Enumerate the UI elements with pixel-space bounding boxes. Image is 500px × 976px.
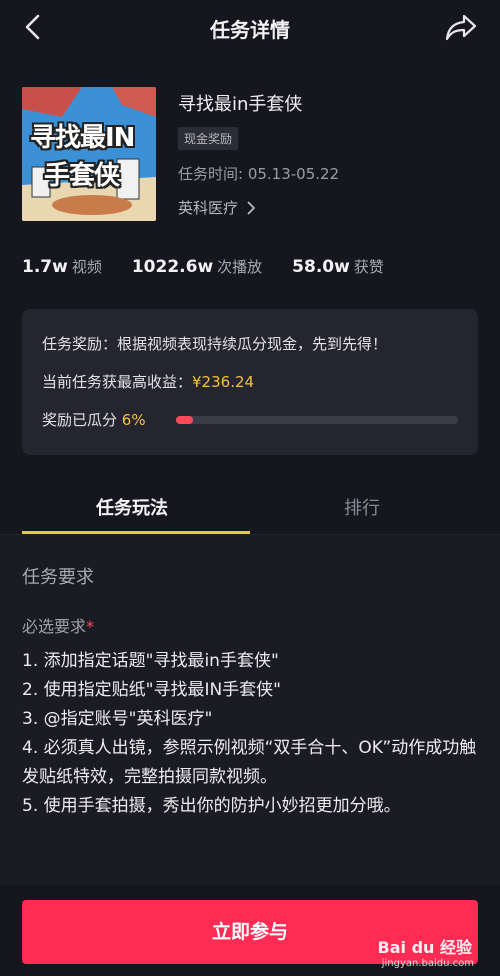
task-stats: 1.7w 视频 1022.6w 次播放 58.0w 获赞 <box>22 256 414 277</box>
page-title: 任务详情 <box>210 18 290 42</box>
sponsor-link[interactable]: 英科医疗 <box>178 197 256 218</box>
stat-likes: 58.0w 获赞 <box>292 256 384 277</box>
stat-label: 视频 <box>71 258 102 276</box>
cash-reward-badge: 现金奖励 <box>178 127 239 150</box>
list-item: 3. @指定账号"英科医疗" <box>22 709 213 729</box>
list-item: 2. 使用指定贴纸"寻找最IN手套侠" <box>22 680 281 700</box>
stat-label: 次播放 <box>217 258 263 276</box>
thumbnail-title-line2: 手套侠 <box>44 161 120 191</box>
max-income-value: ¥236.24 <box>192 373 255 391</box>
requirements-list: 1. 添加指定话题"寻找最in手套侠" 2. 使用指定贴纸"寻找最IN手套侠" … <box>22 647 478 821</box>
stat-videos: 1.7w 视频 <box>22 256 102 277</box>
stat-value: 58.0w <box>292 257 350 277</box>
stat-plays: 1022.6w 次播放 <box>132 256 262 277</box>
reward-split-label: 奖励已瓜分 <box>42 411 118 429</box>
tab-ranking[interactable]: 排行 <box>344 494 380 520</box>
watermark-url: jingyan.baidu.com <box>381 958 474 969</box>
stat-value: 1022.6w <box>131 257 214 277</box>
reward-split: 奖励已瓜分 6% <box>42 409 146 430</box>
thumbnail-title-line1: 寻找最IN <box>30 123 135 153</box>
reward-description: 任务奖励：根据视频表现持续瓜分现金，先到先得！ <box>42 335 388 353</box>
reward-split-percent: 6% <box>121 411 146 429</box>
max-income-label: 当前任务获最高收益： <box>42 373 193 391</box>
reward-progress-bar <box>176 416 458 424</box>
list-item: 5. 使用手套拍摄，秀出你的防护小妙招更加分哦。 <box>22 796 401 816</box>
top-bar: 任务详情 <box>0 0 500 56</box>
stat-label: 获赞 <box>353 258 384 276</box>
sponsor-name: 英科医疗 <box>178 199 239 217</box>
task-time: 任务时间: 05.13-05.22 <box>178 165 340 183</box>
max-income: 当前任务获最高收益：¥236.24 <box>42 371 254 392</box>
tab-bar: 任务玩法 排行 <box>0 480 500 535</box>
task-name: 寻找最in手套侠 <box>178 94 303 115</box>
list-item: 1. 添加指定话题"寻找最in手套侠" <box>22 651 279 671</box>
list-item: 4. 必须真人出镜，参照示例视频“双手合十、OK”动作成功触发贴纸特效，完整拍摄… <box>22 738 477 787</box>
thumbnail-illustration <box>22 87 156 221</box>
required-star: * <box>86 617 95 636</box>
task-thumbnail[interactable]: 寻找最IN 手套侠 <box>22 87 156 221</box>
chevron-right-icon <box>247 200 256 215</box>
share-icon[interactable] <box>444 12 478 42</box>
requirements-section: 任务要求 必选要求* 1. 添加指定话题"寻找最in手套侠" 2. 使用指定贴纸… <box>0 535 500 885</box>
active-tab-indicator <box>22 531 250 534</box>
tab-gameplay[interactable]: 任务玩法 <box>96 494 168 520</box>
reward-progress-fill <box>176 416 193 424</box>
watermark-logo: Bai du 经验 <box>377 938 472 957</box>
required-label-text: 必选要求 <box>22 617 87 636</box>
stat-value: 1.7w <box>22 257 68 277</box>
required-label: 必选要求* <box>22 613 94 637</box>
reward-panel: 任务奖励：根据视频表现持续瓜分现金，先到先得！ 当前任务获最高收益：¥236.2… <box>22 309 478 455</box>
requirements-title: 任务要求 <box>22 567 94 588</box>
